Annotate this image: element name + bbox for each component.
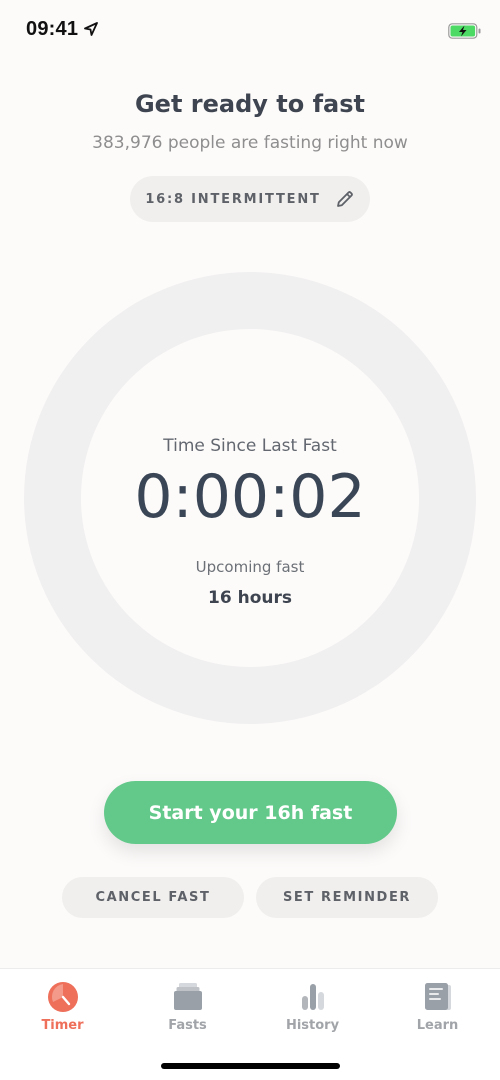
fasting-count-subtitle: 383,976 people are fasting right now [92, 133, 408, 153]
status-time: 09:41 [26, 18, 79, 40]
start-fast-button[interactable]: Start your 16h fast [104, 781, 397, 844]
tab-label: Learn [416, 1018, 459, 1033]
upcoming-fast-label: Upcoming fast [195, 558, 305, 576]
timer-icon [47, 982, 78, 1012]
cancel-fast-button[interactable]: CANCEL FAST [62, 877, 244, 918]
tab-label: Fasts [168, 1018, 207, 1033]
fasts-stack-icon [173, 983, 202, 1010]
location-arrow-icon [84, 22, 98, 36]
upcoming-fast-value: 16 hours [208, 588, 292, 608]
tab-label: History [285, 1018, 340, 1033]
home-indicator[interactable] [161, 1063, 340, 1069]
battery-charging-icon [448, 23, 481, 39]
timer-label: Time Since Last Fast [163, 436, 337, 456]
tab-timer[interactable]: Timer [0, 969, 125, 1039]
tab-label: Timer [41, 1018, 84, 1033]
plan-label: 16:8 INTERMITTENT [145, 191, 321, 207]
timer-value: 0:00:02 [134, 462, 366, 532]
status-bar: 09:41 [0, 0, 500, 60]
pencil-icon [336, 191, 353, 207]
history-chart-icon [301, 984, 324, 1010]
page-title: Get ready to fast [134, 90, 365, 118]
tab-history[interactable]: History [250, 969, 375, 1039]
set-reminder-button[interactable]: SET REMINDER [256, 877, 438, 918]
fasting-plan-button[interactable]: 16:8 INTERMITTENT [130, 176, 370, 222]
tab-learn[interactable]: Learn [375, 969, 500, 1039]
tab-fasts[interactable]: Fasts [125, 969, 250, 1039]
learn-book-icon [424, 983, 451, 1010]
